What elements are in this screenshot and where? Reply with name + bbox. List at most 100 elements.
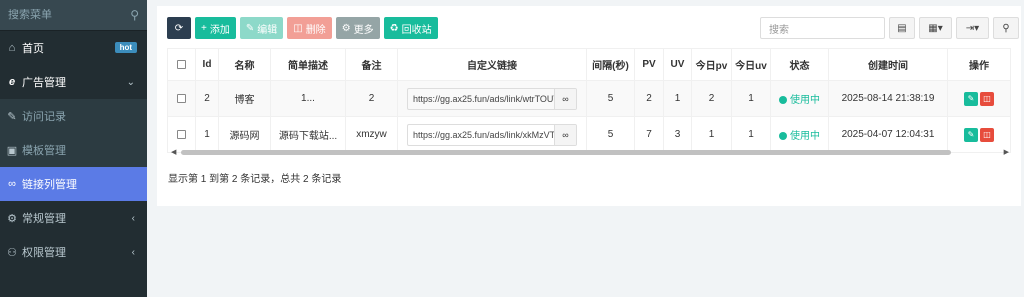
add-button[interactable]: + 添加	[195, 17, 236, 39]
links-table: Id 名称 简单描述 备注 自定义链接 间隔(秒) PV UV 今日pv 今日u…	[167, 48, 1011, 153]
cell-pv: 2	[634, 80, 664, 117]
advanced-search-button[interactable]: ⚲	[993, 17, 1019, 39]
horizontal-scrollbar[interactable]: ◀ ▶	[171, 148, 1009, 156]
cell-id: 2	[195, 80, 219, 117]
row-delete-button[interactable]: ◫	[980, 127, 994, 142]
row-edit-button[interactable]: ✎	[964, 91, 978, 106]
home-icon: ⌂	[8, 42, 16, 54]
table-search-input[interactable]: 搜索	[760, 17, 885, 39]
select-all-checkbox[interactable]	[177, 59, 186, 69]
cell-name: 博客	[218, 80, 271, 117]
col-pv[interactable]: PV	[634, 48, 664, 81]
col-actions: 操作	[947, 48, 1011, 81]
users-icon: ⚇	[7, 246, 17, 259]
status-text: 使用中	[790, 131, 820, 142]
columns-button[interactable]: ▦▾	[919, 17, 952, 39]
col-desc[interactable]: 简单描述	[270, 48, 346, 81]
cell-today-uv: 1	[731, 80, 771, 117]
grid-icon: ▦▾	[928, 22, 943, 34]
cell-status: 使用中	[770, 80, 829, 117]
more-label: 更多	[353, 24, 374, 36]
row-edit-button[interactable]: ✎	[964, 127, 978, 142]
link-icon: ∞	[562, 129, 569, 140]
col-note[interactable]: 备注	[345, 48, 398, 81]
scrollbar-thumb[interactable]	[181, 150, 951, 155]
status-dot-icon	[779, 96, 787, 105]
delete-label: 删除	[305, 24, 326, 36]
link-field[interactable]: https://gg.ax25.fun/ads/link/wtrTOUTi	[408, 94, 554, 104]
scroll-left-icon[interactable]: ◀	[171, 148, 176, 156]
sidebar-item-permissions[interactable]: ⚇ 权限管理 ‹	[0, 235, 147, 269]
sidebar: ⚲ ⌂ 首页 hot e 广告管理 ⌄ ✎ 访问记录 ▣ 模板管理 ∞ 链接列管…	[0, 0, 147, 297]
col-created[interactable]: 创建时间	[828, 48, 948, 81]
sidebar-search: ⚲	[0, 0, 147, 31]
delete-button[interactable]: ◫ 删除	[287, 17, 332, 39]
ads-submenu: ✎ 访问记录 ▣ 模板管理 ∞ 链接列管理	[0, 99, 147, 201]
refresh-button[interactable]: ⟳	[167, 17, 191, 39]
toggle-view-button[interactable]: ▤	[889, 17, 915, 39]
sidebar-item-templates[interactable]: ▣ 模板管理	[0, 133, 147, 167]
cell-uv: 1	[663, 80, 692, 117]
sidebar-item-visit-log[interactable]: ✎ 访问记录	[0, 99, 147, 133]
export-icon: ⇥▾	[965, 22, 980, 34]
col-status[interactable]: 状态	[770, 48, 829, 81]
pencil-icon: ✎	[245, 22, 255, 34]
cell-today-pv: 2	[691, 80, 732, 117]
link-icon: ∞	[8, 178, 16, 190]
row-checkbox[interactable]	[177, 93, 186, 103]
col-link[interactable]: 自定义链接	[397, 48, 587, 81]
cell-desc: 1...	[270, 80, 346, 117]
more-button[interactable]: ⚙ 更多	[335, 17, 380, 39]
pencil-icon: ✎	[7, 110, 17, 123]
search-icon: ⚲	[1002, 22, 1010, 34]
pencil-icon: ✎	[967, 93, 975, 103]
refresh-icon: ⟳	[174, 22, 184, 34]
copy-link-button[interactable]: ∞	[554, 124, 576, 145]
col-interval[interactable]: 间隔(秒)	[586, 48, 635, 81]
trash-icon: ◫	[983, 93, 991, 103]
table-row[interactable]: 2 博客 1... 2 https://gg.ax25.fun/ads/link…	[167, 80, 1011, 117]
content-panel: ⟳ + 添加 ✎ 编辑 ◫ 删除 ⚙ 更多 ♻ 回收站 搜索 ▤ ▦▾ ⇥▾ ⚲ Id 名…	[157, 6, 1021, 206]
table-header-row: Id 名称 简单描述 备注 自定义链接 间隔(秒) PV UV 今日pv 今日u…	[167, 48, 1011, 81]
cell-link: https://gg.ax25.fun/ads/link/wtrTOUTi ∞	[397, 80, 587, 117]
link-input-group: https://gg.ax25.fun/ads/link/xkMzVTy ∞	[407, 123, 577, 146]
col-today-uv[interactable]: 今日uv	[731, 48, 771, 81]
recycle-label: 回收站	[401, 24, 432, 36]
sidebar-item-home[interactable]: ⌂ 首页 hot	[0, 31, 147, 65]
pencil-icon: ✎	[967, 129, 975, 139]
copy-link-button[interactable]: ∞	[554, 88, 576, 109]
card-view-icon: ▤	[897, 22, 907, 34]
link-field[interactable]: https://gg.ax25.fun/ads/link/xkMzVTy	[408, 130, 554, 140]
col-uv[interactable]: UV	[663, 48, 692, 81]
status-dot-icon	[779, 132, 787, 141]
row-checkbox[interactable]	[177, 129, 186, 139]
trash-icon: ◫	[983, 129, 991, 139]
row-checkbox-cell[interactable]	[167, 80, 196, 117]
trash-icon: ◫	[293, 22, 303, 34]
cell-actions: ✎ ◫	[947, 80, 1011, 117]
link-input-group: https://gg.ax25.fun/ads/link/wtrTOUTi ∞	[407, 87, 577, 110]
menu-search-input[interactable]	[8, 9, 131, 21]
edit-button[interactable]: ✎ 编辑	[239, 17, 284, 39]
sidebar-item-links[interactable]: ∞ 链接列管理	[0, 167, 147, 201]
link-icon: ∞	[562, 93, 569, 104]
cell-interval: 5	[586, 80, 635, 117]
sidebar-item-ads[interactable]: e 广告管理 ⌄	[0, 65, 147, 99]
search-icon[interactable]: ⚲	[130, 8, 139, 22]
chevron-left-icon: ‹	[131, 212, 135, 224]
scroll-right-icon[interactable]: ▶	[1004, 148, 1009, 156]
pagination-summary: 显示第 1 到第 2 条记录，总共 2 条记录	[168, 174, 342, 185]
select-all-checkbox-cell[interactable]	[167, 48, 196, 81]
recycle-bin-button[interactable]: ♻ 回收站	[383, 17, 438, 39]
col-name[interactable]: 名称	[218, 48, 271, 81]
sidebar-item-general[interactable]: ⚙ 常规管理 ‹	[0, 201, 147, 235]
row-delete-button[interactable]: ◫	[980, 91, 994, 106]
sidebar-item-label: 模板管理	[22, 145, 66, 157]
cell-note: 2	[345, 80, 398, 117]
export-button[interactable]: ⇥▾	[956, 17, 989, 39]
chevron-left-icon: ‹	[131, 246, 135, 258]
status-text: 使用中	[790, 95, 820, 106]
sidebar-item-label: 首页	[22, 43, 44, 55]
col-id[interactable]: Id	[195, 48, 219, 81]
col-today-pv[interactable]: 今日pv	[691, 48, 732, 81]
